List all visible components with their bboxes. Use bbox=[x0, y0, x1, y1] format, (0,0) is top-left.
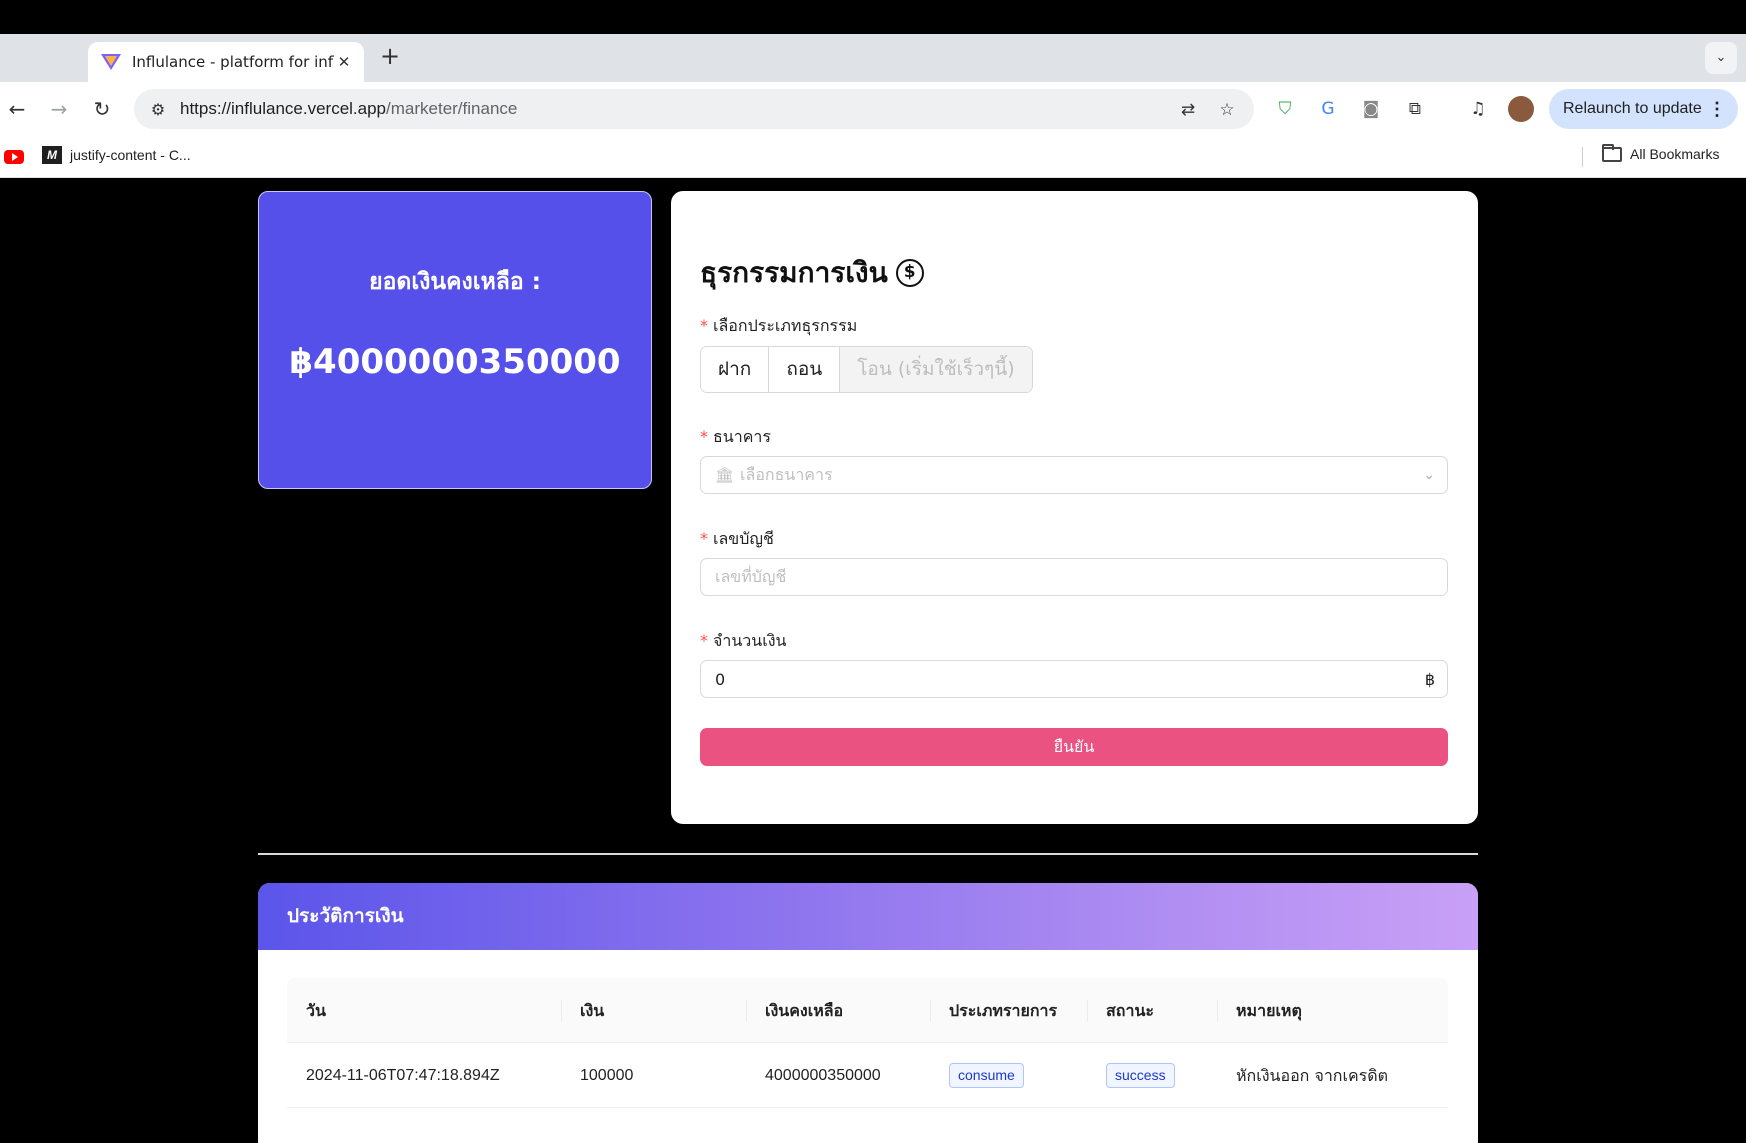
amount-label: * จำนวนเงิน bbox=[700, 631, 787, 650]
influlance-logo-icon bbox=[101, 54, 121, 70]
cell-note: หักเงินออก จากเครดิต bbox=[1236, 1066, 1389, 1085]
url-text: https://influlance.vercel.app/marketer/f… bbox=[180, 99, 518, 118]
baht-suffix: ฿ bbox=[1424, 669, 1435, 689]
bank-placeholder: เลือกธนาคาร bbox=[740, 464, 833, 484]
amount-input[interactable]: 0 ฿ bbox=[700, 660, 1448, 698]
tab-title: Influlance - platform for influe bbox=[132, 53, 334, 71]
google-translate-icon[interactable]: G bbox=[1315, 96, 1341, 122]
balance-card: ยอดเงินคงเหลือ : ฿4000000350000 bbox=[258, 191, 652, 489]
balance-value: ฿4000000350000 bbox=[289, 342, 621, 382]
form-title: ธุรกรรมการเงิน $ bbox=[700, 251, 924, 295]
bookmark-label: justify-content - C... bbox=[70, 147, 191, 163]
mdn-icon: M bbox=[42, 146, 62, 164]
bookmarks-divider bbox=[1582, 147, 1583, 167]
bank-icon: 🏛 bbox=[715, 466, 735, 484]
window-top-bar bbox=[0, 0, 1746, 34]
camera-icon[interactable]: ◙ bbox=[1358, 96, 1384, 122]
form-title-text: ธุรกรรมการเงิน bbox=[700, 256, 888, 289]
column-header-date: วัน bbox=[306, 1001, 326, 1020]
new-tab-button[interactable]: + bbox=[377, 44, 403, 70]
history-card: ประวัติการเงิน วัน เงิน เงินคงเหลือ ประเ… bbox=[258, 883, 1478, 1143]
cell-date: 2024-11-06T07:47:18.894Z bbox=[306, 1067, 500, 1084]
tab-search-button[interactable]: ⌄ bbox=[1705, 42, 1737, 74]
translate-icon[interactable]: ⇄ bbox=[1176, 98, 1200, 122]
type-option-deposit[interactable]: ฝาก bbox=[701, 347, 770, 392]
all-bookmarks-label: All Bookmarks bbox=[1630, 146, 1720, 162]
media-icon[interactable]: ♫ bbox=[1465, 96, 1491, 122]
tab-strip: Influlance - platform for influe ✕ + ⌄ bbox=[0, 34, 1746, 82]
bank-label: * ธนาคาร bbox=[700, 427, 771, 446]
youtube-icon[interactable] bbox=[4, 150, 24, 164]
bookmark-item[interactable]: M justify-content - C... bbox=[42, 146, 191, 164]
folder-icon bbox=[1602, 143, 1622, 162]
browser-tab[interactable]: Influlance - platform for influe ✕ bbox=[88, 42, 364, 82]
amount-value: 0 bbox=[715, 669, 726, 689]
type-option-transfer[interactable]: โอน (เริ่มใช้เร็วๆนี้) bbox=[840, 347, 1032, 392]
bookmarks-bar: M justify-content - C... All Bookmarks bbox=[0, 136, 1746, 178]
column-header-status: สถานะ bbox=[1087, 978, 1217, 1042]
forward-icon[interactable]: → bbox=[44, 94, 74, 124]
cell-type: consume bbox=[930, 1043, 1087, 1107]
history-table: วัน เงิน เงินคงเหลือ ประเภทรายการ สถานะ … bbox=[287, 978, 1448, 1108]
finance-form-card: ธุรกรรมการเงิน $ * เลือกประเภทธุรกรรม ฝาก… bbox=[671, 191, 1478, 824]
all-bookmarks-button[interactable]: All Bookmarks bbox=[1602, 143, 1720, 162]
star-icon[interactable]: ☆ bbox=[1215, 98, 1239, 122]
type-option-withdraw[interactable]: ถอน bbox=[769, 347, 841, 392]
cell-amount: 100000 bbox=[580, 1067, 634, 1084]
table-row: 2024-11-06T07:47:18.894Z 100000 40000003… bbox=[287, 1043, 1448, 1108]
type-tag: consume bbox=[949, 1063, 1024, 1089]
column-header-type: ประเภทรายการ bbox=[930, 978, 1087, 1042]
tune-icon[interactable]: ⚙ bbox=[146, 100, 170, 119]
account-number-input[interactable]: เลขที่บัญชี bbox=[700, 558, 1448, 596]
account-placeholder: เลขที่บัญชี bbox=[715, 566, 787, 586]
cell-status: success bbox=[1087, 1043, 1217, 1107]
column-header-amount: เงิน bbox=[561, 978, 746, 1042]
status-tag: success bbox=[1106, 1063, 1175, 1089]
balance-label: ยอดเงินคงเหลือ : bbox=[369, 269, 541, 295]
extensions-icon[interactable]: ⧉ bbox=[1402, 96, 1428, 122]
cell-balance: 4000000350000 bbox=[765, 1067, 881, 1084]
transaction-type-segmented: ฝาก ถอน โอน (เริ่มใช้เร็วๆนี้) bbox=[700, 346, 1033, 393]
address-bar[interactable]: ⚙ https://influlance.vercel.app/marketer… bbox=[134, 89, 1254, 129]
section-divider bbox=[258, 853, 1478, 855]
history-title: ประวัติการเงิน bbox=[258, 883, 1478, 950]
column-header-note: หมายเหตุ bbox=[1217, 978, 1448, 1042]
navigation-bar: ← → ↻ ⚙ https://influlance.vercel.app/ma… bbox=[0, 82, 1746, 136]
close-icon[interactable]: ✕ bbox=[334, 53, 354, 71]
relaunch-button[interactable]: Relaunch to update ⋮ bbox=[1549, 89, 1738, 129]
shield-icon[interactable]: ⛉ bbox=[1272, 96, 1298, 122]
reload-icon[interactable]: ↻ bbox=[87, 94, 117, 124]
submit-button[interactable]: ยืนยัน bbox=[700, 728, 1448, 766]
type-label: * เลือกประเภทธุรกรรม bbox=[700, 316, 858, 335]
back-icon[interactable]: ← bbox=[2, 94, 32, 124]
relaunch-label: Relaunch to update bbox=[1563, 100, 1702, 117]
column-header-balance: เงินคงเหลือ bbox=[746, 978, 930, 1042]
avatar[interactable] bbox=[1508, 96, 1534, 122]
dollar-icon: $ bbox=[895, 259, 924, 287]
page-content: ยอดเงินคงเหลือ : ฿4000000350000 ธุรกรรมก… bbox=[0, 178, 1746, 1143]
account-label: * เลขบัญชี bbox=[700, 529, 774, 548]
bank-select[interactable]: 🏛 เลือกธนาคาร ⌄ bbox=[700, 456, 1448, 494]
menu-icon[interactable]: ⋮ bbox=[1708, 99, 1726, 120]
chevron-down-icon: ⌄ bbox=[1423, 467, 1435, 483]
table-header: วัน เงิน เงินคงเหลือ ประเภทรายการ สถานะ … bbox=[287, 978, 1448, 1043]
